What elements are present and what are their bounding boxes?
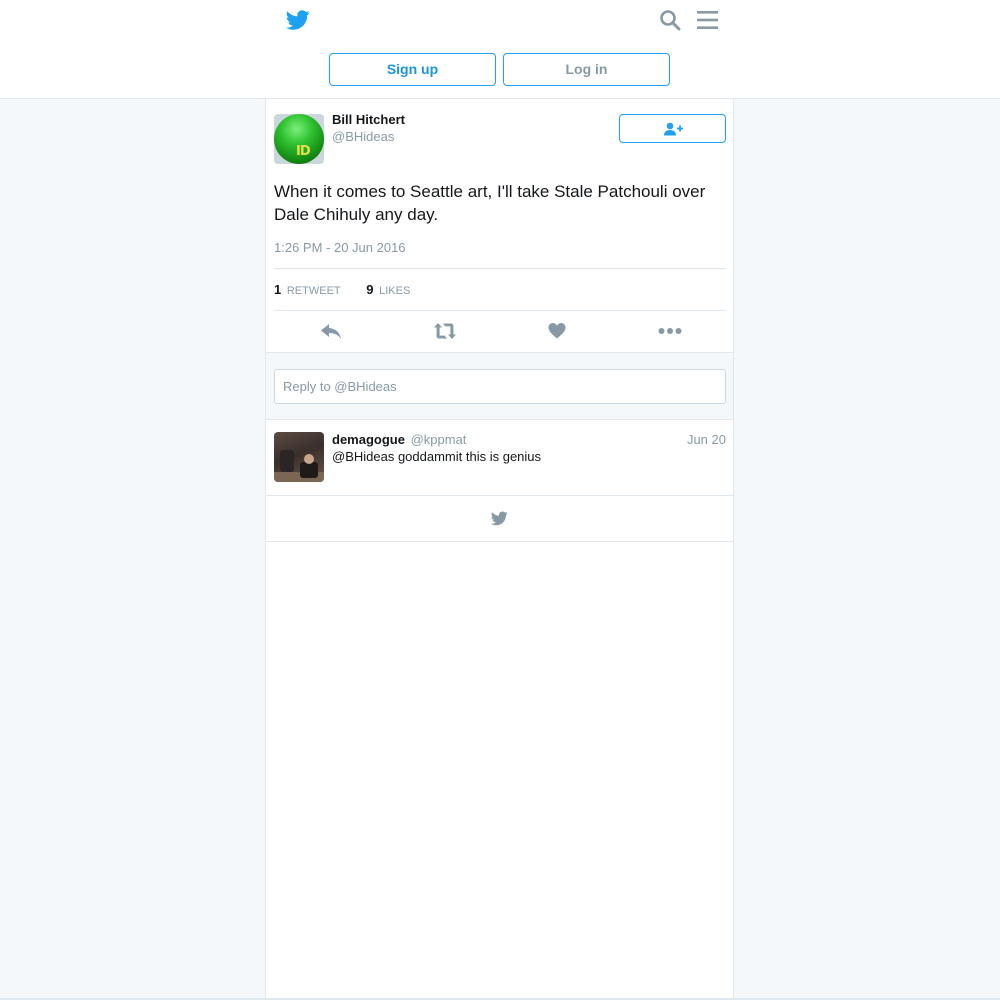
top-bar: Sign up Log in bbox=[0, 0, 1000, 99]
avatar[interactable]: ID bbox=[274, 114, 324, 164]
reply-author-name: demagogue bbox=[332, 432, 405, 447]
reply-author-handle: @kppmat bbox=[410, 432, 467, 447]
follow-button[interactable] bbox=[619, 114, 726, 143]
likes-stat[interactable]: 9 Likes bbox=[366, 282, 410, 297]
retweet-icon[interactable] bbox=[433, 321, 457, 341]
retweet-stat[interactable]: 1 Retweet bbox=[274, 282, 341, 297]
footer bbox=[266, 496, 733, 542]
reply-tweet[interactable]: demagogue @kppmat Jun 20 @BHideas goddam… bbox=[266, 420, 733, 496]
search-icon[interactable] bbox=[659, 9, 681, 31]
main-tweet: ID Bill Hitchert @BHideas When it comes … bbox=[266, 99, 733, 352]
like-heart-icon[interactable] bbox=[548, 321, 566, 341]
reply-author[interactable]: demagogue @kppmat bbox=[332, 432, 466, 447]
tweet-actions bbox=[274, 311, 726, 352]
author-handle[interactable]: @BHideas bbox=[332, 129, 394, 144]
retweet-label: Retweet bbox=[286, 285, 341, 297]
avatar[interactable] bbox=[274, 432, 324, 482]
likes-count: 9 bbox=[366, 282, 374, 297]
reply-text: @BHideas goddammit this is genius bbox=[332, 449, 542, 464]
reply-date[interactable]: Jun 20 bbox=[687, 432, 726, 447]
main-column: ID Bill Hitchert @BHideas When it comes … bbox=[265, 99, 734, 1000]
author-name[interactable]: Bill Hitchert bbox=[332, 112, 405, 127]
tweet-text: When it comes to Seattle art, I'll take … bbox=[274, 182, 706, 224]
hamburger-menu-icon[interactable] bbox=[697, 10, 718, 30]
twitter-bird-icon[interactable] bbox=[286, 8, 310, 32]
likes-label: Likes bbox=[379, 285, 411, 297]
reply-input[interactable]: Reply to @BHideas bbox=[274, 369, 726, 404]
more-dots-icon[interactable] bbox=[658, 321, 682, 341]
reply-icon[interactable] bbox=[320, 321, 342, 341]
retweet-count: 1 bbox=[274, 282, 282, 297]
reply-compose-area: Reply to @BHideas bbox=[266, 352, 733, 420]
tweet-stats: 1 Retweet 9 Likes bbox=[274, 282, 432, 297]
signup-button[interactable]: Sign up bbox=[329, 53, 496, 86]
twitter-bird-icon[interactable] bbox=[491, 511, 508, 526]
divider bbox=[274, 268, 726, 269]
follow-user-plus-icon bbox=[664, 122, 683, 136]
tweet-timestamp[interactable]: 1:26 PM - 20 Jun 2016 bbox=[274, 240, 406, 255]
login-button[interactable]: Log in bbox=[503, 53, 670, 86]
